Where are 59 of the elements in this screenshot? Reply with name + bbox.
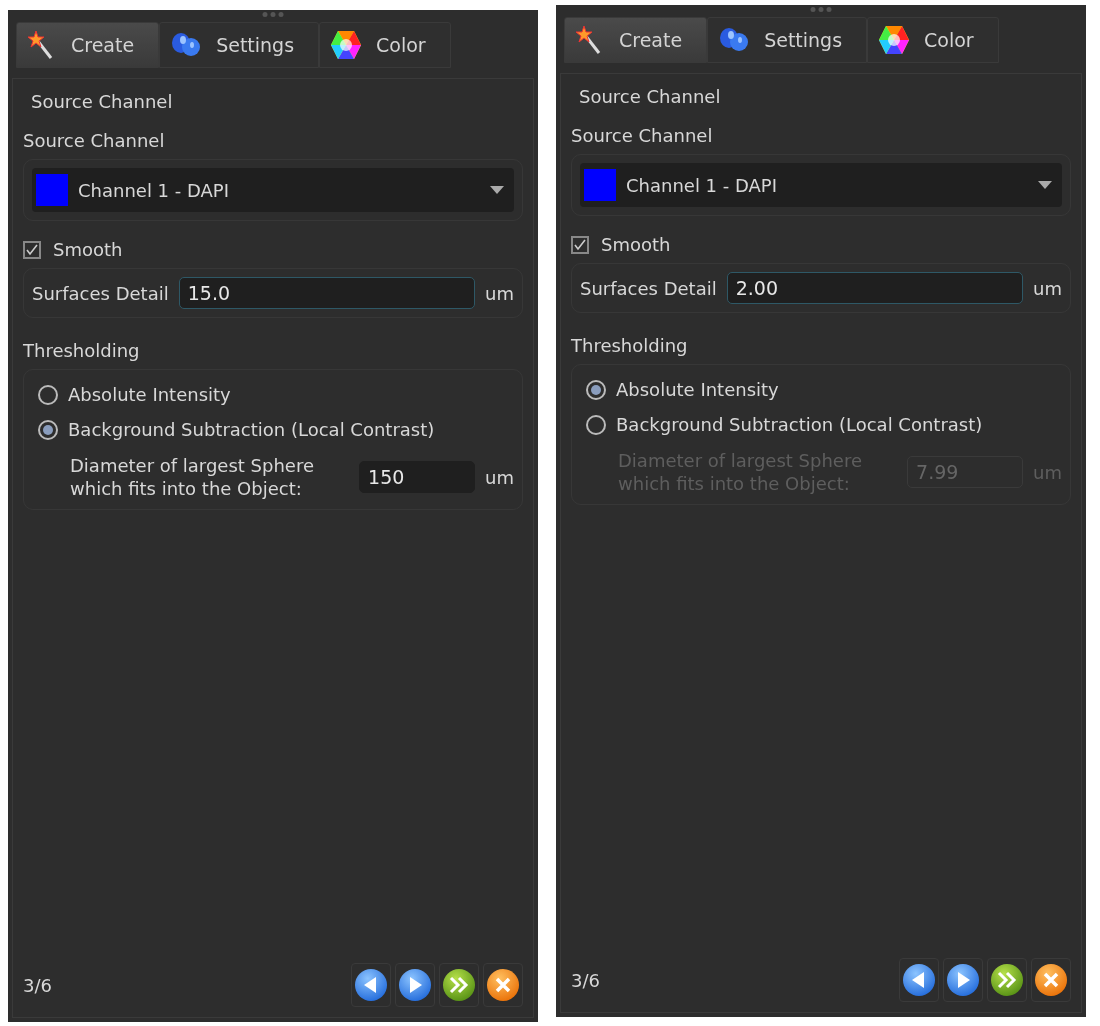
- tab[interactable]: Create: [564, 17, 708, 63]
- tab[interactable]: Settings: [707, 17, 868, 63]
- radio-button[interactable]: [38, 384, 58, 405]
- back-button[interactable]: [351, 963, 391, 1007]
- dropdown-arrow-icon: [1038, 181, 1052, 189]
- channel-label: Channel 1 - DAPI: [626, 174, 779, 196]
- channel-dropdown[interactable]: Channel 1 - DAPI: [32, 168, 514, 212]
- radio-label: Background Subtraction (Local Contrast): [68, 419, 435, 440]
- checkbox[interactable]: [571, 235, 589, 254]
- cancel-button[interactable]: [1031, 958, 1071, 1002]
- color-hexagon-icon: [330, 30, 363, 60]
- radio-button[interactable]: [586, 379, 606, 400]
- molecule-icon: [718, 26, 751, 54]
- molecule-icon: [170, 31, 203, 59]
- unit-label: um: [485, 282, 514, 304]
- surfaces-detail-field[interactable]: 15.0: [178, 277, 476, 309]
- checkbox-label: Smooth: [601, 234, 671, 255]
- next-button[interactable]: [943, 958, 983, 1002]
- surfaces-detail-field[interactable]: 2.00: [726, 272, 1024, 304]
- page-counter: 3/6: [23, 974, 53, 996]
- color-hexagon-icon: [878, 25, 911, 55]
- radio-button[interactable]: [38, 419, 58, 440]
- diameter-field[interactable]: 150: [359, 461, 476, 494]
- page-counter: 3/6: [571, 969, 601, 991]
- tab[interactable]: Create: [16, 22, 160, 68]
- radio-label: Absolute Intensity: [616, 379, 779, 400]
- section-title: Source Channel: [578, 85, 722, 109]
- close-icon: [486, 968, 520, 1002]
- section-label: Thresholding: [571, 335, 689, 356]
- fast-forward-icon: [442, 968, 476, 1002]
- unit-label: um: [1033, 277, 1062, 299]
- back-button[interactable]: [899, 958, 939, 1002]
- finish-button[interactable]: [987, 958, 1027, 1002]
- channel-label: Channel 1 - DAPI: [78, 179, 231, 201]
- radio-label: Absolute Intensity: [68, 384, 231, 405]
- channel-dropdown[interactable]: Channel 1 - DAPI: [580, 163, 1062, 207]
- field-label: Surfaces Detail: [580, 277, 717, 299]
- tab[interactable]: Settings: [159, 22, 320, 68]
- section-title: Source Channel: [30, 90, 174, 114]
- dropdown-arrow-icon: [490, 186, 504, 194]
- close-icon: [1034, 963, 1068, 997]
- tab[interactable]: Color: [867, 17, 999, 63]
- radio-button[interactable]: [586, 414, 606, 435]
- field-label: Source Channel: [571, 125, 714, 146]
- finish-button[interactable]: [439, 963, 479, 1007]
- field-label: Surfaces Detail: [32, 282, 169, 304]
- drag-handle-icon[interactable]: [262, 12, 284, 17]
- checkbox[interactable]: [23, 240, 41, 259]
- radio-label: Background Subtraction (Local Contrast): [616, 414, 983, 435]
- drag-handle-icon[interactable]: [810, 7, 832, 12]
- checkbox-label: Smooth: [53, 239, 123, 260]
- tab[interactable]: Color: [319, 22, 451, 68]
- diameter-label: Diameter of largest Sphere which fits into the Object:: [69, 454, 315, 501]
- unit-label: um: [485, 466, 514, 488]
- field-label: Source Channel: [23, 130, 166, 151]
- next-button[interactable]: [395, 963, 435, 1007]
- fast-forward-icon: [990, 963, 1024, 997]
- cancel-button[interactable]: [483, 963, 523, 1007]
- section-label: Thresholding: [23, 340, 141, 361]
